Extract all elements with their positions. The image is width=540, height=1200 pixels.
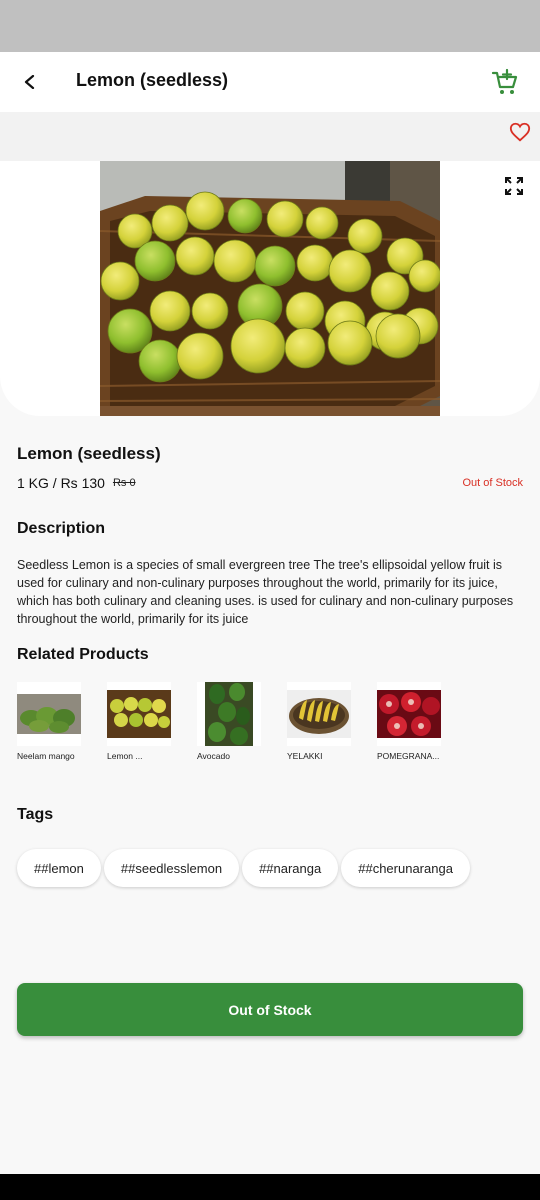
banana-image [287,690,351,738]
lemon-fruit [327,320,373,366]
related-item-label: YELAKKI [287,751,323,761]
back-button[interactable] [16,68,44,96]
related-item-avocado[interactable]: Avocado [197,682,277,772]
related-item-lemon[interactable]: Lemon ... [107,682,187,772]
tag-chip[interactable]: ##lemon [17,849,101,887]
back-arrow-icon [24,75,35,89]
lemon-fruit [176,332,224,380]
lemon-fruit [191,292,229,330]
lemon-fruit [285,291,325,331]
tag-chip[interactable]: ##seedlesslemon [103,849,240,887]
lemon-fruit [266,200,304,238]
lemon-fruit [296,244,334,282]
product-image-area [0,161,540,416]
lemon-fruit [227,198,263,234]
lemon-fruit [213,239,257,283]
lemon-basket-image[interactable] [100,161,440,416]
expand-image-button[interactable] [503,175,525,197]
app-bar: Lemon (seedless) [0,52,540,112]
product-name: Lemon (seedless) [17,444,161,463]
related-thumb [107,682,171,746]
related-thumb [287,682,351,746]
related-item-label: POMEGRANA... [377,751,440,761]
lemon-fruit [185,191,225,231]
out-of-stock-button[interactable]: Out of Stock [17,983,523,1036]
lemon-fruit [175,236,215,276]
related-item-label: Neelam mango [17,751,75,761]
add-to-cart-icon [491,68,518,94]
related-item-yelakki[interactable]: YELAKKI [287,682,367,772]
tags-list: ##lemon ##seedlesslemon ##naranga ##cher… [17,849,470,887]
tag-chip[interactable]: ##cherunaranga [341,849,470,887]
related-item-label: Lemon ... [107,751,143,761]
price: 1 KG / Rs 130 [17,475,105,491]
lemon-fruit [375,313,421,359]
system-navigation-bar [0,1174,540,1200]
related-item-pomegranate[interactable]: POMEGRANA... [377,682,457,772]
pomegranate-image [377,690,441,738]
add-to-cart-button[interactable] [490,68,520,98]
lemon-fruit [151,204,189,242]
description-title: Description [17,520,106,537]
stock-status-label: Out of Stock [462,477,523,489]
lemon-image [107,690,171,738]
related-products-title: Related Products [17,646,149,663]
tag-chip[interactable]: ##naranga [242,849,339,887]
favorite-button[interactable] [509,121,531,143]
favorite-row [0,112,540,162]
lemon-fruit [347,218,383,254]
lemon-fruit [254,245,296,287]
description-text: Seedless Lemon is a species of small eve… [17,558,514,626]
lemon-fruit [149,290,191,332]
tags-title: Tags [17,806,54,823]
related-products-list: Neelam mango Lemon ... Avocado YELAKKI P… [17,682,537,772]
related-thumb [377,682,441,746]
related-item-label: Avocado [197,751,230,761]
heart-outline-icon [509,122,531,142]
status-bar [0,0,540,52]
lemon-fruit [284,327,326,369]
avocado-image [205,682,253,746]
price-row: 1 KG / Rs 130 Rs 0 [17,475,136,491]
lemon-fruit [328,249,372,293]
lemon-fruit [370,271,410,311]
lemon-fruit [230,318,286,374]
lemon-fruit [100,261,140,301]
related-thumb [17,682,81,746]
page-title: Lemon (seedless) [76,70,229,90]
fullscreen-icon [505,177,523,195]
lemon-fruit [134,240,176,282]
lemon-fruit [305,206,339,240]
lemon-fruit [138,339,182,383]
lemon-fruit [408,259,440,293]
related-thumb [197,682,261,746]
original-price: Rs 0 [112,477,136,489]
related-item-neelam-mango[interactable]: Neelam mango [17,682,97,772]
mango-image [17,694,81,734]
